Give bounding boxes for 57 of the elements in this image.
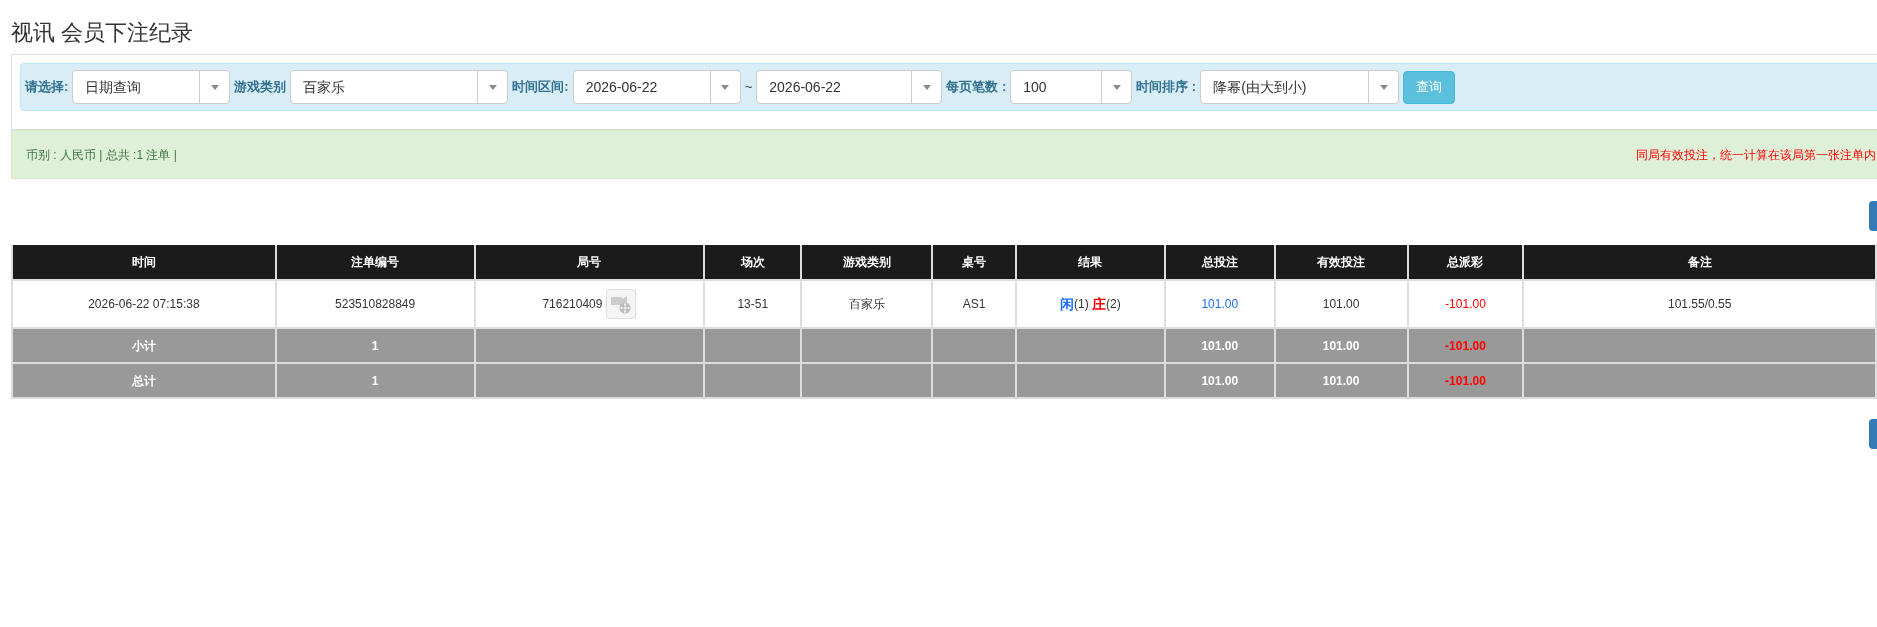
column-header: 总投注 [1164, 245, 1275, 280]
filter-label: 游戏类别 [234, 78, 287, 97]
film-reel-icon [610, 294, 633, 314]
column-header: 注单编号 [275, 245, 475, 280]
summary-text: 币别 : 人民币 | 总共 :1 注单 | [26, 146, 177, 164]
select-field[interactable]: 100 [1010, 70, 1133, 104]
table-cell-text: 101.00 [1201, 337, 1239, 355]
caret-icon [488, 84, 497, 90]
filter-label: 时间区间: [512, 78, 569, 97]
select-field[interactable]: 2026-06-22 [756, 70, 943, 104]
video-button[interactable] [606, 289, 637, 319]
table-cell-text: 101.00 [1322, 296, 1360, 313]
table-cell-text: -101.00 [1445, 296, 1486, 313]
table-cell-text: 101.55/0.55 [1668, 296, 1732, 313]
page-button[interactable] [1869, 201, 1877, 231]
table-cell-text: 101.00 [1322, 337, 1360, 355]
column-header: 桌号 [932, 245, 1016, 280]
table-cell-text: AS1 [962, 296, 986, 313]
notice-text: 同局有效投注，统一计算在该局第一张注单内 [1636, 146, 1876, 164]
filter-label: 每页笔数 : [946, 78, 1007, 97]
table-cell-text: 101.00 [1201, 372, 1239, 390]
select-field[interactable]: 日期查询 [72, 70, 231, 104]
table-cell-text: -101.00 [1445, 337, 1486, 355]
filter-label: 时间排序 : [1136, 78, 1197, 97]
table-cell-text: -101.00 [1445, 372, 1486, 390]
page-button[interactable] [1869, 419, 1877, 449]
column-header: 场次 [704, 245, 802, 280]
table-cell-text: 1 [371, 337, 379, 355]
table-cell-text: 1 [371, 372, 379, 390]
caret-icon [721, 84, 730, 90]
table-cell-text: 2026-06-22 07:15:38 [88, 296, 200, 313]
table-cell-text: 总计 [131, 372, 156, 390]
column-header: 备注 [1523, 245, 1876, 280]
caret-icon [922, 84, 931, 90]
table-cell-text: 716210409 [542, 296, 603, 313]
table-cell-text: 101.00 [1201, 296, 1239, 313]
filter-label: 请选择: [25, 78, 69, 97]
caret-icon [210, 84, 219, 90]
select-field[interactable]: 百家乐 [290, 70, 509, 104]
select-field[interactable]: 2026-06-22 [572, 70, 741, 104]
page-title: 视讯 会员下注纪录 [11, 19, 195, 47]
table-cell-text: 101.00 [1322, 372, 1360, 390]
table-cell-text: 小计 [131, 337, 156, 355]
table-cell-text: 闲(1) 庄(2) [1060, 294, 1121, 314]
table-cell-text: 13-51 [737, 296, 769, 313]
column-header: 时间 [12, 245, 276, 280]
column-header: 结果 [1015, 245, 1165, 280]
table-cell-text: 523510828849 [335, 296, 416, 313]
range-separator: ~ [744, 78, 753, 97]
caret-icon [1112, 84, 1121, 90]
table-cell-text: 百家乐 [848, 296, 885, 313]
caret-icon [1379, 84, 1388, 90]
column-header: 总派彩 [1407, 245, 1524, 280]
select-field[interactable]: 降幂(由大到小) [1200, 70, 1400, 104]
column-header: 游戏类别 [801, 245, 933, 280]
column-header: 局号 [474, 245, 705, 280]
column-header: 有效投注 [1274, 245, 1408, 280]
